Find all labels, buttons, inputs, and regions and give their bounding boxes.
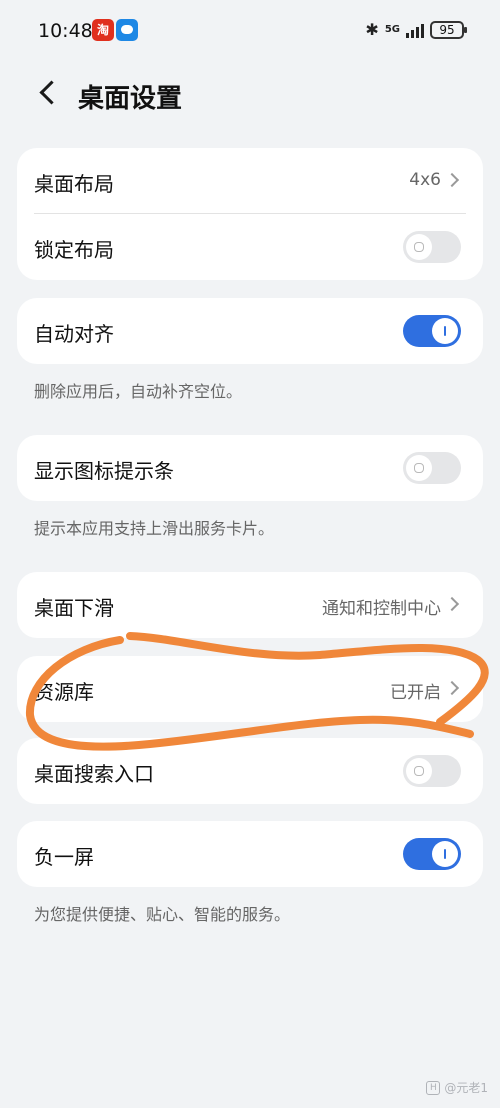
lock-layout-toggle[interactable]: [403, 231, 461, 263]
auto-align-label: 自动对齐: [34, 322, 114, 346]
status-bar: 10:48 淘 ✱ 5G 95: [0, 0, 500, 60]
minus-one-screen-toggle[interactable]: [403, 838, 461, 870]
toggle-knob: [432, 318, 458, 344]
search-entry-label: 桌面搜索入口: [34, 762, 154, 786]
search-entry-row: 桌面搜索入口: [17, 738, 483, 804]
icon-hint-description: 提示本应用支持上滑出服务卡片。: [34, 519, 275, 538]
auto-align-toggle[interactable]: [403, 315, 461, 347]
auto-align-hint: 删除应用后，自动补齐空位。: [34, 382, 243, 401]
swipe-down-value: 通知和控制中心: [322, 599, 441, 619]
page-title: 桌面设置: [78, 84, 183, 114]
chevron-right-icon: [444, 596, 460, 612]
chevron-right-icon: [444, 172, 460, 188]
icon-hint-row: 显示图标提示条: [17, 435, 483, 501]
signal-strength-icon: [406, 22, 424, 38]
icon-hint-label: 显示图标提示条: [34, 459, 174, 483]
swipe-down-row[interactable]: 桌面下滑 通知和控制中心: [17, 572, 483, 638]
chevron-right-icon: [444, 680, 460, 696]
app-library-row[interactable]: 资源库 已开启: [17, 656, 483, 722]
lock-layout-label: 锁定布局: [34, 238, 114, 262]
bluetooth-icon: ✱: [365, 20, 379, 39]
auto-align-card: 自动对齐: [17, 298, 483, 364]
battery-icon: 95: [430, 20, 467, 39]
toggle-knob: [406, 234, 432, 260]
minus-one-screen-hint: 为您提供便捷、贴心、智能的服务。: [34, 905, 291, 924]
page-header: 桌面设置: [0, 72, 500, 116]
desktop-layout-value: 4x6: [409, 170, 441, 190]
minus-one-screen-label: 负一屏: [34, 845, 94, 869]
desktop-layout-label: 桌面布局: [34, 172, 114, 196]
icon-hint-card: 显示图标提示条: [17, 435, 483, 501]
app-library-label: 资源库: [34, 680, 94, 704]
watermark: H @元老1: [426, 1079, 488, 1096]
watermark-logo-icon: H: [426, 1080, 441, 1095]
search-entry-toggle[interactable]: [403, 755, 461, 787]
minus-one-screen-card: 负一屏: [17, 821, 483, 887]
back-button[interactable]: [34, 78, 64, 108]
toggle-knob: [406, 758, 432, 784]
status-time: 10:48: [38, 20, 93, 42]
layout-settings-card: 桌面布局 4x6 锁定布局: [17, 148, 483, 280]
search-entry-card: 桌面搜索入口: [17, 738, 483, 804]
watermark-text: @元老1: [444, 1081, 488, 1095]
chat-app-icon: [116, 19, 138, 41]
icon-hint-toggle[interactable]: [403, 452, 461, 484]
toggle-knob: [406, 455, 432, 481]
app-library-card: 资源库 已开启: [17, 656, 483, 722]
taobao-app-icon: 淘: [92, 19, 114, 41]
desktop-layout-row[interactable]: 桌面布局 4x6: [17, 148, 483, 214]
app-library-value: 已开启: [390, 683, 441, 703]
swipe-down-label: 桌面下滑: [34, 596, 114, 620]
toggle-knob: [432, 841, 458, 867]
minus-one-screen-row: 负一屏: [17, 821, 483, 887]
auto-align-row: 自动对齐: [17, 298, 483, 364]
lock-layout-row: 锁定布局: [17, 214, 483, 280]
network-type-label: 5G: [384, 23, 400, 35]
status-indicators: ✱ 5G 95: [365, 20, 467, 39]
swipe-down-card: 桌面下滑 通知和控制中心: [17, 572, 483, 638]
